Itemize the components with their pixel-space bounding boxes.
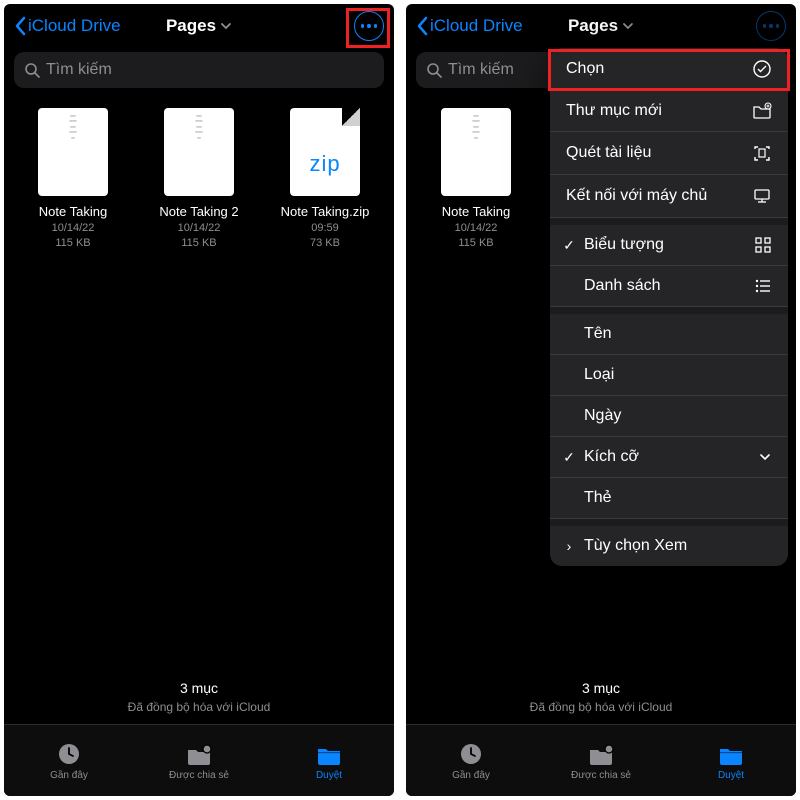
sync-status: Đã đồng bộ hóa với iCloud: [4, 700, 394, 714]
navbar: iCloud Drive Pages: [406, 4, 796, 48]
menu-sort-kind[interactable]: ✓Loại: [550, 355, 788, 396]
server-icon: [752, 186, 772, 206]
tab-shared[interactable]: Được chia sẻ: [134, 725, 264, 796]
menu-select[interactable]: Chọn: [550, 48, 788, 91]
new-folder-icon: [752, 102, 772, 120]
file-item[interactable]: zip Note Taking.zip 09:59 73 KB: [262, 108, 388, 252]
menu-new-folder[interactable]: Thư mục mới: [550, 91, 788, 132]
select-circle-icon: [752, 59, 772, 79]
tab-bar: Gần đây Được chia sẻ Duyệt: [4, 724, 394, 796]
tab-recents[interactable]: Gần đây: [4, 725, 134, 796]
ellipsis-icon: [763, 24, 780, 28]
checkmark-icon: ✓: [560, 237, 578, 254]
menu-sort-size[interactable]: ✓Kích cỡ: [550, 437, 788, 478]
document-thumb-icon: ━━━━━━━━━━━━━━━━: [38, 108, 108, 196]
tab-browse[interactable]: Duyệt: [264, 725, 394, 796]
back-label: iCloud Drive: [28, 16, 121, 36]
more-button[interactable]: [756, 11, 786, 41]
search-icon: [24, 62, 40, 78]
clock-icon: [457, 741, 485, 767]
back-button[interactable]: iCloud Drive: [14, 16, 121, 36]
item-count: 3 mục: [4, 680, 394, 700]
search-icon: [426, 62, 442, 78]
chevron-down-icon: [758, 452, 772, 462]
file-item[interactable]: ━━━━━━━━━━━━━━━━ Note Taking 2 10/14/22 …: [136, 108, 262, 252]
menu-scan-documents[interactable]: Quét tài liệu: [550, 132, 788, 175]
phone-left: iCloud Drive Pages Tìm kiếm ━━━━━━━━━━━━…: [4, 4, 394, 796]
chevron-left-icon: [416, 16, 428, 36]
zip-thumb-icon: zip: [290, 108, 360, 196]
more-menu: Chọn Thư mục mới Quét tài liệu Kết nối v…: [550, 48, 788, 566]
scan-icon: [752, 143, 772, 163]
menu-connect-server[interactable]: Kết nối với máy chủ: [550, 175, 788, 218]
menu-sort-tags[interactable]: ✓Thẻ: [550, 478, 788, 519]
file-item[interactable]: ━━━━━━━━━━━━━━━━ Note Taking 10/14/22 11…: [10, 108, 136, 252]
chevron-down-icon: [220, 22, 232, 30]
search-placeholder: Tìm kiếm: [46, 61, 112, 79]
checkmark-icon: ✓: [560, 449, 578, 466]
tab-shared[interactable]: Được chia sẻ: [536, 725, 666, 796]
more-button[interactable]: [354, 11, 384, 41]
search-placeholder: Tìm kiếm: [448, 61, 514, 79]
tab-browse[interactable]: Duyệt: [666, 725, 796, 796]
files-grid: ━━━━━━━━━━━━━━━━ Note Taking 10/14/22 11…: [4, 98, 394, 262]
file-item[interactable]: ━━━━━━━━━━━━━━━━ Note Taking 10/14/22 11…: [412, 108, 540, 252]
menu-view-list[interactable]: ✓Danh sách: [550, 266, 788, 307]
grid-icon: [754, 236, 772, 254]
list-icon: [754, 277, 772, 295]
search-field[interactable]: Tìm kiếm: [14, 52, 384, 88]
ellipsis-icon: [361, 24, 378, 28]
chevron-down-icon: [622, 22, 634, 30]
item-count: 3 mục: [406, 680, 796, 700]
document-thumb-icon: ━━━━━━━━━━━━━━━━: [164, 108, 234, 196]
shared-folder-icon: [185, 741, 213, 767]
menu-view-options[interactable]: ›Tùy chọn Xem: [550, 526, 788, 566]
back-button[interactable]: iCloud Drive: [416, 16, 523, 36]
chevron-left-icon: [14, 16, 26, 36]
folder-icon: [315, 741, 343, 767]
tab-bar: Gần đây Được chia sẻ Duyệt: [406, 724, 796, 796]
back-label: iCloud Drive: [430, 16, 523, 36]
menu-view-icons[interactable]: ✓Biểu tượng: [550, 225, 788, 266]
folder-title[interactable]: Pages: [568, 16, 634, 36]
navbar: iCloud Drive Pages: [4, 4, 394, 48]
clock-icon: [55, 741, 83, 767]
folder-title[interactable]: Pages: [166, 16, 232, 36]
menu-sort-name[interactable]: ✓Tên: [550, 314, 788, 355]
menu-sort-date[interactable]: ✓Ngày: [550, 396, 788, 437]
tab-recents[interactable]: Gần đây: [406, 725, 536, 796]
shared-folder-icon: [587, 741, 615, 767]
phone-right: iCloud Drive Pages Tìm kiếm ━━━━━━━━━━━━…: [406, 4, 796, 796]
sync-status: Đã đồng bộ hóa với iCloud: [406, 700, 796, 714]
document-thumb-icon: ━━━━━━━━━━━━━━━━: [441, 108, 511, 196]
chevron-right-icon: ›: [560, 538, 578, 554]
folder-icon: [717, 741, 745, 767]
